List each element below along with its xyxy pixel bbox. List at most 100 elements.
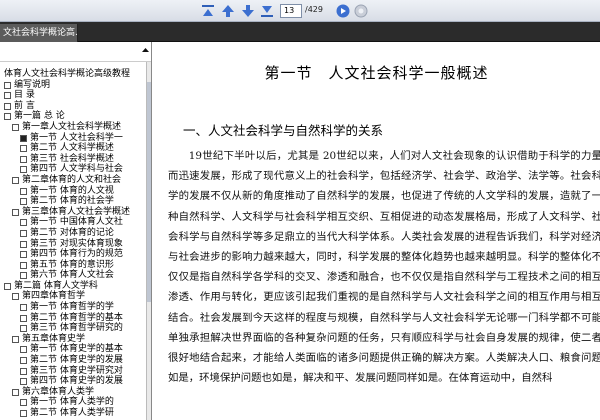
bookmarks-panel: 体育人文社会科学概论高级教程 编写说明目 录前 言第一篇 总 论第一章人文社会科学… [0, 42, 152, 420]
tab-strip: 文社会科学概论高... [0, 22, 600, 42]
bookmark-item[interactable]: 第四节 人文学科与社会 [0, 164, 146, 175]
document-tab[interactable]: 文社会科学概论高... [0, 24, 78, 42]
bookmark-label: 第一篇 总 论 [14, 111, 65, 122]
bookmark-expand-icon[interactable] [4, 81, 11, 89]
bookmark-expand-icon[interactable] [12, 335, 19, 343]
bookmark-expand-icon[interactable] [20, 187, 27, 195]
bookmark-expand-icon[interactable] [20, 155, 27, 163]
bookmark-item[interactable]: 前 言 [0, 101, 146, 112]
bookmark-item[interactable]: 第一节 中国体育人文社 [0, 217, 146, 228]
bookmark-item[interactable]: 第一节 体育的人文视 [0, 186, 146, 197]
bookmark-expand-icon[interactable] [20, 145, 27, 153]
bookmark-item[interactable]: 第二节 对体育的记论 [0, 228, 146, 239]
bookmark-item[interactable]: 第四节 体育行为的规范 [0, 249, 146, 260]
bookmark-expand-icon[interactable] [12, 123, 19, 131]
bookmark-label: 第二篇 体育人文学科 [14, 280, 98, 291]
sidebar-scrollbar[interactable] [146, 62, 151, 420]
page-number-input[interactable]: 13 [280, 4, 302, 18]
bookmark-item[interactable]: 第二节 体育人类学研 [0, 408, 146, 419]
bookmark-expand-icon[interactable] [20, 240, 27, 248]
bookmark-label: 第三章体育人文社会学概述 [22, 206, 131, 217]
bookmark-label: 第三节 社会科学概述 [30, 153, 114, 164]
last-page-icon[interactable] [259, 3, 275, 19]
bookmark-label: 第四节 体育史学的发展 [30, 376, 123, 387]
bookmark-item[interactable]: 第二章体育的人文和社会 [0, 175, 146, 186]
bookmark-label: 第二节 体育哲学的基本 [30, 312, 123, 323]
bookmark-label: 第二节 对体育的记论 [30, 227, 114, 238]
bookmark-expand-icon[interactable] [12, 208, 19, 216]
bookmark-expand-icon[interactable] [12, 293, 19, 301]
bookmark-label: 第四节 人文学科与社会 [30, 164, 123, 175]
bookmark-expand-icon[interactable] [20, 314, 27, 322]
bookmark-item[interactable]: 第四节 体育史学的发展 [0, 376, 146, 387]
zoom-icon[interactable] [353, 3, 369, 19]
bookmark-expand-icon[interactable] [20, 357, 27, 365]
bookmark-item[interactable]: 第二节 体育史学的发展 [0, 355, 146, 366]
bookmark-label: 第二节 人文科学概述 [30, 143, 114, 154]
bookmark-expand-icon[interactable] [20, 367, 27, 375]
bookmark-label: 第一节 中国体育人文社 [30, 217, 123, 228]
bookmark-item[interactable]: 第一节 体育人类学的 [0, 397, 146, 408]
bookmark-expand-icon[interactable] [20, 229, 27, 237]
bookmark-expand-icon[interactable] [4, 92, 11, 100]
bookmark-expand-icon[interactable] [20, 399, 27, 407]
bookmark-item[interactable]: 第二篇 体育人文学科 [0, 281, 146, 292]
bookmark-item[interactable]: 体育人文社会科学概论高级教程 [0, 69, 146, 80]
bookmark-expand-icon[interactable] [20, 410, 27, 417]
bookmark-label: 第四章体育哲学 [22, 291, 86, 302]
first-page-icon[interactable] [200, 3, 216, 19]
scroll-up-icon[interactable] [141, 46, 150, 55]
bookmark-item[interactable]: 第三节 体育哲学研究的 [0, 323, 146, 334]
bookmark-expand-icon[interactable] [20, 219, 27, 227]
bookmark-label: 第五节 体育的意识形 [30, 259, 114, 270]
bookmark-item[interactable]: 第二节 人文科学概述 [0, 143, 146, 154]
bookmark-item[interactable]: 目 录 [0, 90, 146, 101]
bookmark-expand-icon[interactable] [20, 166, 27, 174]
bookmark-expand-icon[interactable] [20, 251, 27, 259]
bookmark-expand-icon[interactable] [20, 325, 27, 333]
bookmark-expand-icon[interactable] [4, 102, 11, 110]
section-heading: 一、人文社会科学与自然科学的关系 [183, 123, 384, 138]
bookmark-item[interactable]: 第一篇 总 论 [0, 111, 146, 122]
bookmark-expand-icon[interactable] [20, 304, 27, 312]
bookmark-expand-icon[interactable] [20, 198, 27, 206]
go-icon[interactable] [335, 3, 351, 19]
bookmark-label: 第二节 体育人类学研 [30, 408, 114, 418]
bookmark-expand-icon[interactable] [20, 134, 27, 142]
bookmark-item[interactable]: 编写说明 [0, 80, 146, 91]
bookmark-item[interactable]: 第三章体育人文社会学概述 [0, 207, 146, 218]
bookmark-item[interactable]: 第一章人文社会科学概述 [0, 122, 146, 133]
bookmark-item[interactable]: 第一节 体育哲学的学 [0, 302, 146, 313]
bookmark-item[interactable]: 第二节 体育的社会学 [0, 196, 146, 207]
bookmark-label: 编写说明 [14, 79, 51, 90]
bookmark-expand-icon[interactable] [4, 282, 11, 290]
next-page-icon[interactable] [240, 3, 256, 19]
scrollbar-thumb[interactable] [147, 82, 151, 302]
bookmark-item[interactable]: 第五节 体育的意识形 [0, 260, 146, 271]
page-total: /429 [305, 5, 323, 14]
body-paragraph: 19世纪下半叶以后，尤其是 20世纪以来，人们对人文社会现象的认识借助于科学的力… [168, 150, 600, 385]
bookmark-item[interactable]: 第三节 社会科学概述 [0, 154, 146, 165]
bookmark-item[interactable]: 第一节 体育史学的基本 [0, 344, 146, 355]
bookmark-label: 第六节 体育人文社会 [30, 270, 114, 281]
bookmark-label: 体育人文社会科学概论高级教程 [4, 69, 131, 79]
bookmark-expand-icon[interactable] [4, 113, 11, 121]
bookmark-item[interactable]: 第二节 体育哲学的基本 [0, 313, 146, 324]
bookmark-item[interactable]: 第一节 人文社会科学一 [0, 133, 146, 144]
chapter-heading: 第一节 人文社会科学一般概述 [153, 62, 600, 83]
bookmark-expand-icon[interactable] [20, 272, 27, 280]
bookmark-expand-icon[interactable] [20, 261, 27, 269]
bookmark-label: 第三节 体育史学研究对 [30, 365, 123, 376]
prev-page-icon[interactable] [220, 3, 236, 19]
bookmark-item[interactable]: 第三节 对现实体育现象 [0, 239, 146, 250]
bookmark-item[interactable]: 第三节 体育史学研究对 [0, 366, 146, 377]
bookmark-label: 目 录 [14, 90, 35, 101]
bookmark-expand-icon[interactable] [20, 346, 27, 354]
bookmark-expand-icon[interactable] [12, 388, 19, 396]
bookmark-item[interactable]: 第六章体育人类学 [0, 387, 146, 398]
bookmark-item[interactable]: 第四章体育哲学 [0, 291, 146, 302]
bookmark-item[interactable]: 第六节 体育人文社会 [0, 270, 146, 281]
bookmark-expand-icon[interactable] [12, 176, 19, 184]
bookmark-item[interactable]: 第五章体育史学 [0, 334, 146, 345]
bookmark-expand-icon[interactable] [20, 378, 27, 386]
